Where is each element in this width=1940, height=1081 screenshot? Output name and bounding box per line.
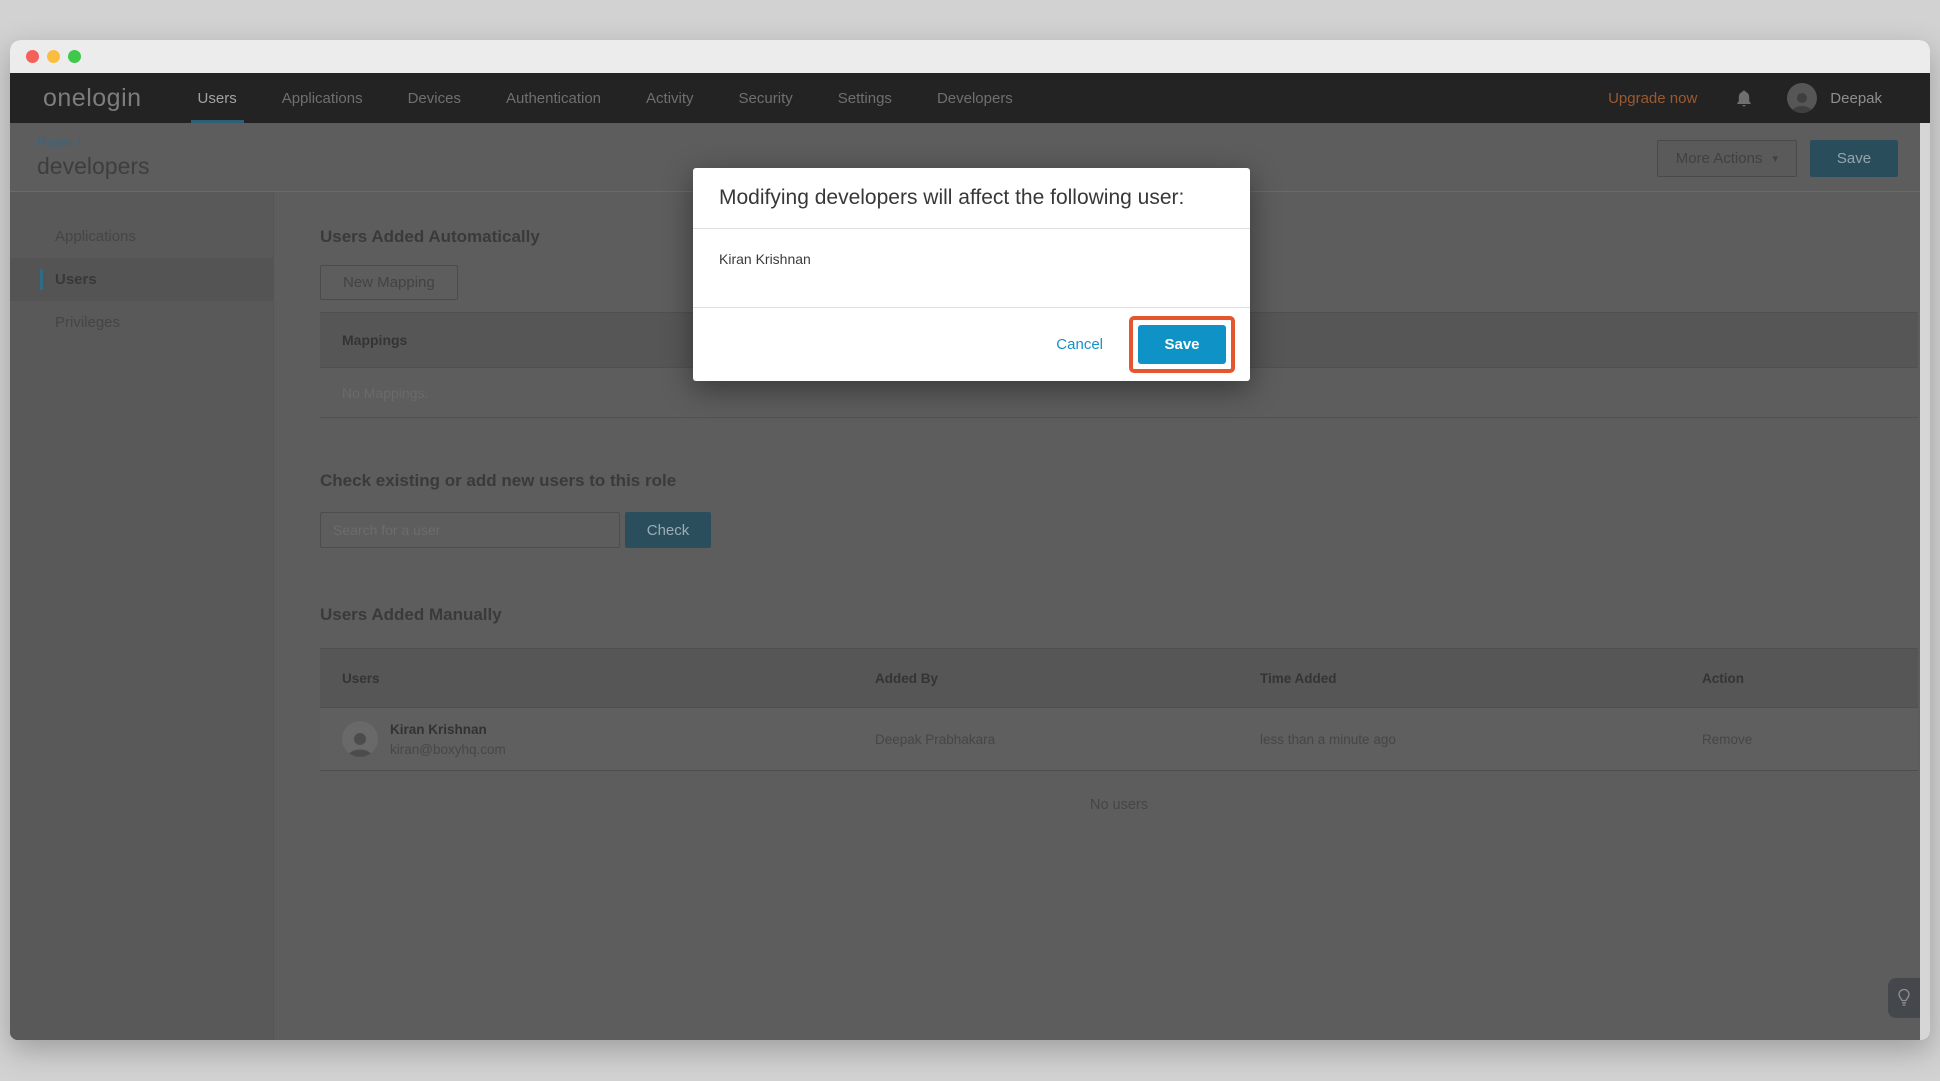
column-header-users: Users [320, 671, 853, 686]
user-cell: Kiran Krishnan kiran@boxyhq.com [320, 721, 853, 757]
sidebar: Applications Users Privileges [10, 192, 274, 1040]
zoom-traffic-light-icon[interactable] [68, 50, 81, 63]
breadcrumb-roles-link[interactable]: Roles / [37, 134, 81, 150]
user-name-label[interactable]: Deepak [1830, 90, 1882, 107]
user-avatar[interactable] [1787, 83, 1817, 113]
chevron-down-icon: ▾ [1772, 152, 1778, 165]
modal-save-button[interactable]: Save [1138, 325, 1226, 364]
nav-items: Users Applications Devices Authenticatio… [198, 73, 1013, 123]
more-actions-button[interactable]: More Actions ▾ [1657, 140, 1797, 177]
user-table-row: Kiran Krishnan kiran@boxyhq.com Deepak P… [320, 708, 1918, 771]
nav-item-security[interactable]: Security [739, 73, 793, 123]
sidebar-item-applications[interactable]: Applications [10, 215, 273, 258]
traffic-lights [26, 50, 81, 63]
added-by-link[interactable]: Deepak Prabhakara [853, 732, 1238, 747]
person-silhouette-icon [1789, 89, 1815, 113]
header-actions: More Actions ▾ Save [1657, 140, 1898, 177]
modal-affected-user: Kiran Krishnan [693, 229, 1250, 307]
page-title: developers [37, 153, 150, 180]
sidebar-item-privileges[interactable]: Privileges [10, 301, 273, 344]
nav-item-settings[interactable]: Settings [838, 73, 892, 123]
notifications-button[interactable] [1735, 89, 1753, 108]
nav-item-authentication[interactable]: Authentication [506, 73, 601, 123]
save-annotation-highlight: Save [1129, 316, 1235, 373]
top-navbar: onelogin Users Applications Devices Auth… [10, 73, 1930, 123]
window-titlebar [10, 40, 1930, 73]
nav-item-developers[interactable]: Developers [937, 73, 1013, 123]
nav-item-applications[interactable]: Applications [282, 73, 363, 123]
search-row: Check [320, 512, 1918, 548]
modal-footer: Cancel Save [693, 307, 1250, 381]
check-button[interactable]: Check [625, 512, 711, 548]
person-silhouette-icon [345, 729, 375, 757]
help-bulb-button[interactable] [1888, 978, 1920, 1018]
more-actions-label: More Actions [1676, 150, 1763, 167]
upgrade-now-link[interactable]: Upgrade now [1608, 90, 1697, 107]
manual-section-heading: Users Added Manually [320, 605, 1918, 625]
column-header-added-by: Added By [853, 671, 1238, 686]
user-name: Kiran Krishnan [390, 722, 506, 737]
nav-item-devices[interactable]: Devices [408, 73, 461, 123]
sidebar-item-users[interactable]: Users [10, 258, 273, 301]
user-email: kiran@boxyhq.com [390, 742, 506, 757]
minimize-traffic-light-icon[interactable] [47, 50, 60, 63]
new-mapping-button[interactable]: New Mapping [320, 265, 458, 300]
close-traffic-light-icon[interactable] [26, 50, 39, 63]
users-table-header-row: Users Added By Time Added Action [320, 648, 1918, 708]
time-added-label: less than a minute ago [1238, 732, 1680, 747]
manual-users-table: Users Added By Time Added Action [320, 648, 1918, 843]
column-header-action: Action [1680, 671, 1918, 686]
vertical-scrollbar[interactable] [1920, 123, 1930, 1040]
modal-title: Modifying developers will affect the fol… [693, 168, 1250, 229]
modal-cancel-button[interactable]: Cancel [1056, 336, 1103, 353]
confirm-modal: Modifying developers will affect the fol… [693, 168, 1250, 381]
no-users-text: No users [320, 771, 1918, 843]
remove-link[interactable]: Remove [1680, 732, 1918, 747]
user-row-avatar [342, 721, 378, 757]
header-save-button[interactable]: Save [1810, 140, 1898, 177]
lightbulb-icon [1897, 988, 1911, 1008]
nav-item-users[interactable]: Users [198, 73, 237, 123]
navbar-right: Upgrade now Deepak [1608, 83, 1882, 113]
check-section-heading: Check existing or add new users to this … [320, 471, 1918, 491]
onelogin-logo[interactable]: onelogin [43, 84, 142, 113]
search-user-input[interactable] [320, 512, 620, 548]
nav-item-activity[interactable]: Activity [646, 73, 694, 123]
column-header-time-added: Time Added [1238, 671, 1680, 686]
bell-icon [1735, 89, 1753, 108]
